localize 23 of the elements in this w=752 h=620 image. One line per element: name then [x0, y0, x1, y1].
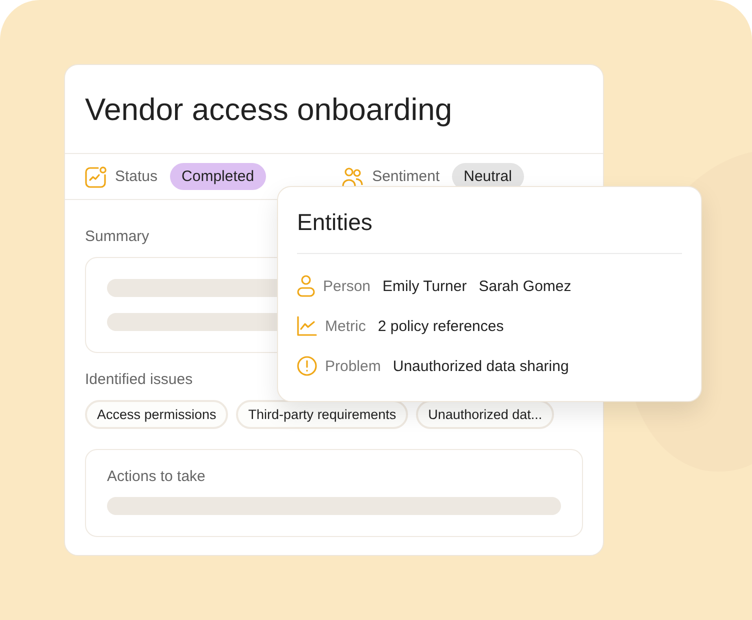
issue-tag: Third-party requirements [236, 400, 408, 429]
entity-value: Emily Turner [382, 278, 467, 294]
summary-heading: Summary [85, 228, 150, 245]
entity-value: Sarah Gomez [478, 278, 572, 294]
status-label: Status [115, 168, 158, 185]
popup-title: Entities [297, 208, 374, 237]
entity-type-label: Problem [325, 358, 381, 374]
issue-tag: Access permissions [85, 400, 228, 429]
card-title: Vendor access onboarding [84, 91, 454, 129]
entity-value: 2 policy references [378, 318, 504, 334]
actions-heading: Actions to take [107, 468, 206, 485]
line-chart-icon [297, 316, 317, 336]
people-icon [342, 166, 364, 188]
entity-value: Unauthorized data sharing [392, 358, 569, 374]
issues-heading: Identified issues [85, 371, 194, 388]
sentiment-label: Sentiment [372, 168, 440, 185]
entity-type-label: Metric [325, 318, 366, 334]
chart-icon [85, 166, 107, 188]
entity-type-label: Person [323, 278, 371, 294]
status-badge: Completed [170, 163, 266, 190]
issue-tag: Unauthorized dat... [416, 400, 554, 429]
warning-icon [297, 356, 317, 376]
person-icon [297, 275, 315, 297]
